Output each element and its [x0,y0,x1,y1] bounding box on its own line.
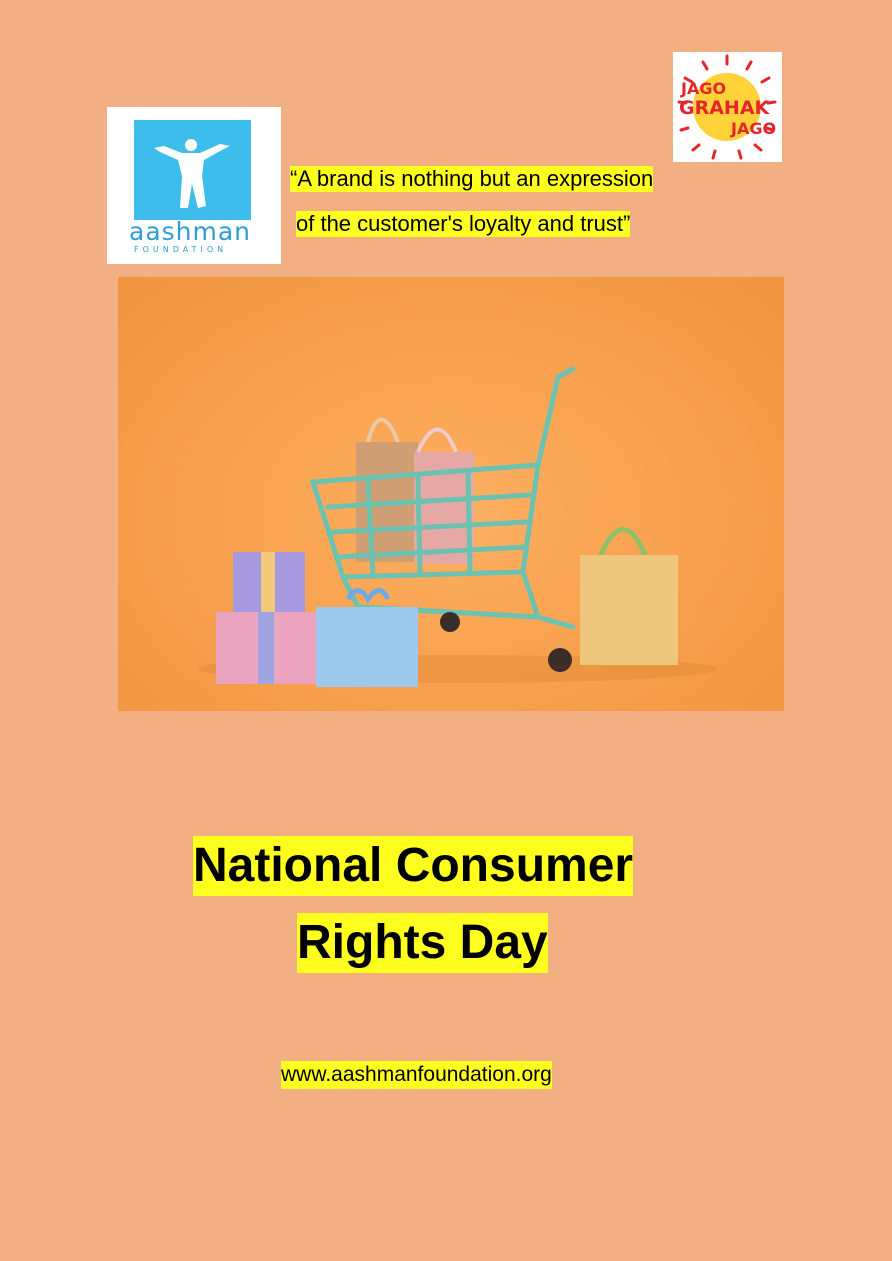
page-title-line-1: National Consumer [193,836,634,896]
grahak-line: GRAHAK [679,97,771,119]
aashman-emblem [134,120,251,220]
gift-blue [316,588,418,687]
jago-line3: JAGO [730,119,776,138]
quote-line-1: “A brand is nothing but an expression [290,166,654,192]
aashman-logo-subtitle: FOUNDATION [134,245,228,254]
jago-grahak-jago-logo: JAGO GRAHAK JAGO [673,52,782,162]
gift-pink [216,612,318,684]
page-title-line-2: Rights Day [297,913,548,973]
bag-yellow [580,527,678,665]
cart [309,366,576,630]
aashman-logo-text: aashman [129,217,252,246]
shopping-cart-photo [118,277,784,711]
gift-purple [233,552,305,617]
bag-kraft [356,417,418,562]
cart-wheel-back [440,612,460,632]
website-link[interactable]: www.aashmanfoundation.org [281,1061,552,1089]
quote-line-2: of the customer's loyalty and trust” [296,211,631,237]
sun-rays-icon: JAGO GRAHAK JAGO [677,54,777,160]
shopping-cart-illustration [198,366,718,687]
jago-line1: JAGO [680,79,726,98]
aashman-foundation-logo: aashman FOUNDATION [107,107,281,264]
person-arms-raised-icon [154,139,230,208]
cart-wheel-front [548,648,572,672]
